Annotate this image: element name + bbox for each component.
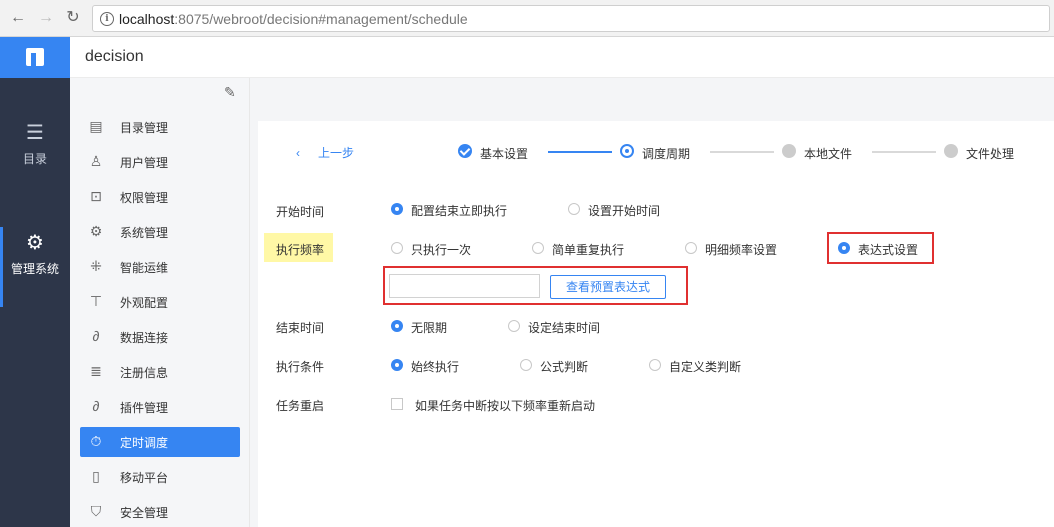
restart-checkbox-label: 如果任务中断按以下频率重新启动: [415, 399, 596, 413]
condition-label: 执行条件: [276, 360, 325, 374]
gear-icon: ⚙: [26, 232, 44, 254]
link-icon: ∂: [92, 328, 100, 344]
schedule-panel: [258, 121, 1054, 527]
network-icon: ⁜: [90, 258, 102, 274]
info-icon[interactable]: i: [100, 12, 114, 26]
shield-icon: ⛉: [90, 503, 102, 519]
radio-checked-icon: [391, 359, 403, 371]
primary-nav: ☰ 目录 ⚙ 管理系统: [0, 37, 70, 527]
end-time-label: 结束时间: [276, 321, 325, 335]
sidebar: ✎ ▤ 目录管理 ♙ 用户管理 ⊡ 权限管理 ⚙ 系统管理 ⁜ 智能运维 ⊤ 外…: [70, 78, 250, 527]
timer-icon: ⏱: [90, 433, 102, 449]
frequency-label: 执行频率: [276, 243, 325, 257]
sidebar-item-security[interactable]: ⛉ 安全管理: [80, 497, 240, 527]
radio-unchecked-icon: [508, 320, 520, 332]
chevron-left-icon: ‹: [296, 146, 300, 160]
plugin-icon: ∂: [92, 398, 100, 414]
expression-input[interactable]: [389, 274, 540, 298]
sidebar-item-registration[interactable]: ≣ 注册信息: [80, 357, 240, 387]
sidebar-item-ops[interactable]: ⁜ 智能运维: [80, 252, 240, 282]
sidebar-item-data-connection[interactable]: ∂ 数据连接: [80, 322, 240, 352]
app-logo[interactable]: [0, 37, 70, 78]
back-button[interactable]: ‹ 上一步: [296, 144, 354, 161]
sidebar-item-system[interactable]: ⚙ 系统管理: [80, 217, 240, 247]
pending-step-icon: [944, 144, 958, 158]
step-connector: [872, 151, 936, 153]
radio-unchecked-icon: [568, 203, 580, 215]
sidebar-item-permissions[interactable]: ⊡ 权限管理: [80, 182, 240, 212]
current-step-icon: [620, 144, 634, 158]
step-connector: [548, 151, 612, 153]
radio-unchecked-icon: [520, 359, 532, 371]
lock-icon: ⊡: [90, 188, 102, 204]
radio-checked-icon: [391, 203, 403, 215]
arrow-left-icon[interactable]: ←: [8, 8, 28, 28]
pending-step-icon: [782, 144, 796, 158]
sidebar-item-mobile[interactable]: ▯ 移动平台: [80, 462, 240, 492]
view-preset-expression-button[interactable]: 查看预置表达式: [550, 275, 666, 299]
mobile-icon: ▯: [92, 468, 100, 484]
list-icon: ☰: [26, 122, 44, 144]
start-time-label: 开始时间: [276, 205, 325, 219]
pin-icon[interactable]: ✎: [224, 84, 236, 101]
step-connector: [710, 151, 774, 153]
sidebar-item-schedule[interactable]: ⏱ 定时调度: [80, 427, 240, 457]
radio-checked-icon: [838, 242, 850, 254]
register-icon: ≣: [90, 363, 102, 379]
arrow-right-icon[interactable]: →: [36, 8, 56, 28]
radio-unchecked-icon: [532, 242, 544, 254]
sidebar-item-catalog[interactable]: ▤ 目录管理: [80, 112, 240, 142]
page-title: decision: [85, 48, 144, 65]
browser-toolbar: ← → ↻ i localhost:8075/webroot/decision#…: [0, 0, 1054, 37]
brush-icon: ⊤: [89, 293, 103, 309]
settings-icon: ⚙: [89, 223, 103, 239]
user-icon: ♙: [89, 153, 103, 169]
radio-unchecked-icon: [649, 359, 661, 371]
reload-icon[interactable]: ↻: [63, 8, 83, 28]
logo-icon: [26, 48, 44, 66]
restart-checkbox[interactable]: [391, 398, 403, 410]
radio-unchecked-icon: [391, 242, 403, 254]
sidebar-item-plugins[interactable]: ∂ 插件管理: [80, 392, 240, 422]
sidebar-item-users[interactable]: ♙ 用户管理: [80, 147, 240, 177]
url-text: localhost:8075/webroot/decision#manageme…: [119, 11, 468, 27]
top-header: decision: [70, 37, 1054, 78]
address-bar[interactable]: i localhost:8075/webroot/decision#manage…: [92, 5, 1050, 32]
nav-item-catalog[interactable]: ☰ 目录: [0, 122, 70, 167]
sidebar-item-appearance[interactable]: ⊤ 外观配置: [80, 287, 240, 317]
radio-checked-icon: [391, 320, 403, 332]
check-circle-icon: [458, 144, 472, 158]
restart-label: 任务重启: [276, 399, 325, 413]
radio-unchecked-icon: [685, 242, 697, 254]
nav-item-management[interactable]: ⚙ 管理系统: [0, 232, 70, 277]
catalog-icon: ▤: [89, 118, 103, 134]
